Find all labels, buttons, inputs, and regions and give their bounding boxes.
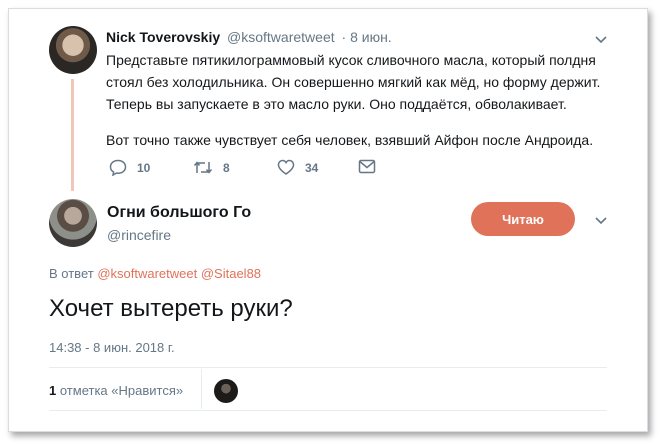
parent-tweet-text: Представьте пятикилограммовый кусок слив… [106,49,606,151]
divider [49,410,607,411]
author-handle[interactable]: @rincefire [107,227,171,243]
tweet-date[interactable]: · 8 июн. [342,29,392,45]
like-count: 34 [305,160,319,175]
reply-count: 10 [137,160,151,175]
reply-button[interactable]: 10 [109,159,150,176]
author-handle[interactable]: @ksoftwaretweet [227,29,335,45]
retweet-count: 8 [223,160,230,175]
tweet-text-line: Теперь вы запускаете в это масло руки. О… [106,96,567,112]
chevron-down-icon[interactable] [594,214,608,228]
tweet-card: Nick Toverovskiy @ksoftwaretweet · 8 июн… [8,8,648,432]
mention-link[interactable]: @ksoftwaretweet [97,266,197,281]
heart-icon [277,159,295,175]
like-button[interactable]: 34 [277,159,318,176]
likes-stat[interactable]: 1 отметка «Нравится» [49,383,183,398]
reply-context: В ответ @ksoftwaretweet @Sitael88 [49,266,261,281]
retweet-button[interactable]: 8 [193,159,230,176]
tweet-text-line: стоял без холодильника. Он совершенно мя… [106,74,601,90]
author-name[interactable]: Огни большого Го [107,204,251,222]
tweet-timestamp[interactable]: 14:38 - 8 июн. 2018 г. [49,340,175,355]
tweet-text-line: Представьте пятикилограммовый кусок слив… [106,52,596,68]
mention-link[interactable]: @Sitael88 [201,266,261,281]
likes-count: 1 [49,383,57,398]
liker-avatar[interactable] [214,379,238,403]
tweet-text-line: Вот точно также чувствует себя человек, … [106,132,594,148]
thread-connector [71,79,74,191]
parent-tweet-header: Nick Toverovskiy @ksoftwaretweet · 8 июн… [106,29,392,45]
tweet-text: Хочет вытереть руки? [49,295,293,322]
reply-prefix: В ответ [49,266,94,281]
author-name[interactable]: Nick Toverovskiy [106,29,220,45]
dm-button[interactable] [358,159,376,174]
chevron-down-icon[interactable] [594,33,608,47]
following-button[interactable]: Читаю [471,202,575,236]
reply-icon [109,159,127,176]
avatar[interactable] [49,199,97,247]
retweet-icon [193,161,213,174]
envelope-icon [358,159,376,174]
avatar[interactable] [49,26,97,74]
likes-label: отметка «Нравится» [59,383,184,398]
divider [201,369,202,409]
divider [49,367,607,368]
